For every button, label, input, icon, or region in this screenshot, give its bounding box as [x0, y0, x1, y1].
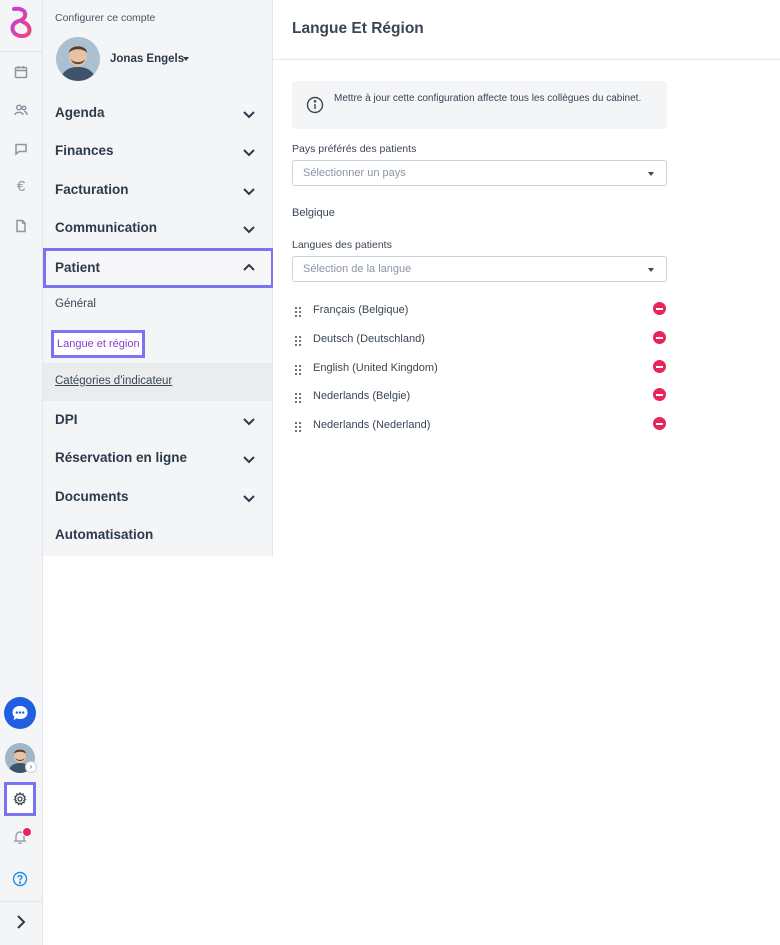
nav-section-label: Patient	[55, 260, 101, 275]
nav-item-label: Langue et région	[57, 338, 140, 350]
users-icon[interactable]	[11, 100, 31, 120]
chevron-down-icon	[241, 413, 257, 429]
nav-section-agenda[interactable]: Agenda	[43, 94, 273, 132]
country-select-placeholder: Sélectionner un pays	[303, 167, 406, 179]
chevron-right-icon[interactable]: ›	[25, 761, 37, 773]
app-logo[interactable]	[6, 5, 36, 41]
app-rail: € ›	[0, 0, 43, 945]
drag-handle-icon[interactable]	[295, 307, 301, 317]
nav-section-label: DPI	[55, 412, 78, 427]
language-name: Nederlands (Nederland)	[313, 419, 431, 431]
remove-icon[interactable]	[653, 302, 666, 315]
nav-section-dpi[interactable]: DPI	[43, 401, 273, 439]
remove-icon[interactable]	[653, 388, 666, 401]
caret-down-icon[interactable]	[183, 57, 189, 61]
nav-item-langue-region[interactable]: Langue et région	[51, 330, 145, 358]
account-title: Configurer ce compte	[55, 12, 156, 24]
chevron-down-icon	[241, 183, 257, 199]
notification-badge	[22, 827, 32, 837]
nav-section-patient[interactable]: Patient	[43, 248, 274, 288]
remove-icon[interactable]	[653, 360, 666, 373]
drag-handle-icon[interactable]	[295, 393, 301, 403]
chevron-right-icon[interactable]	[13, 913, 29, 931]
rail-divider	[0, 51, 43, 52]
language-name: Français (Belgique)	[313, 304, 409, 316]
language-name: English (United Kingdom)	[313, 362, 438, 374]
page-header: Langue Et Région	[273, 0, 780, 60]
page-title: Langue Et Région	[292, 20, 424, 37]
nav-section-automatisation[interactable]: Automatisation	[43, 516, 273, 554]
nav-item-categories[interactable]: Catégories d'indicateur	[43, 363, 272, 401]
main-content: Langue Et Région Mettre à jour cette con…	[273, 0, 780, 945]
nav-section-label: Automatisation	[55, 527, 154, 542]
chevron-down-icon	[241, 106, 257, 122]
language-select-placeholder: Sélection de la langue	[303, 263, 412, 275]
languages-label: Langues des patients	[292, 239, 392, 251]
countries-label: Pays préférés des patients	[292, 143, 417, 155]
gear-icon[interactable]	[4, 782, 36, 816]
settings-nav: Configurer ce compte Jonas Engels Agenda…	[43, 0, 274, 945]
remove-icon[interactable]	[653, 331, 666, 344]
country-select[interactable]: Sélectionner un pays	[292, 160, 667, 186]
caret-down-icon	[648, 172, 654, 176]
nav-section-label: Réservation en ligne	[55, 450, 188, 465]
nav-section-label: Facturation	[55, 182, 129, 197]
nav-section-facturation[interactable]: Facturation	[43, 171, 273, 209]
language-row: Français (Belgique)	[292, 300, 668, 324]
language-row: Nederlands (Belgie)	[292, 386, 668, 410]
drag-handle-icon[interactable]	[295, 336, 301, 346]
nav-section-label: Finances	[55, 143, 114, 158]
chevron-up-icon	[241, 260, 257, 276]
euro-icon[interactable]: €	[11, 177, 31, 197]
nav-section-documents[interactable]: Documents	[43, 478, 273, 516]
language-row: Nederlands (Nederland)	[292, 415, 668, 439]
calendar-icon[interactable]	[11, 62, 31, 82]
nav-item-general[interactable]: Général	[43, 286, 273, 324]
document-icon[interactable]	[11, 216, 31, 236]
nav-item-label: Catégories d'indicateur	[55, 375, 173, 387]
chevron-down-icon	[241, 221, 257, 237]
remove-icon[interactable]	[653, 417, 666, 430]
nav-empty-area	[43, 556, 273, 945]
message-icon[interactable]	[11, 139, 31, 159]
chat-icon[interactable]	[4, 697, 36, 729]
nav-section-finances[interactable]: Finances	[43, 132, 273, 170]
info-text: Mettre à jour cette configuration affect…	[334, 93, 642, 104]
info-icon	[306, 96, 324, 114]
chevron-down-icon	[241, 144, 257, 160]
nav-section-label: Communication	[55, 220, 158, 235]
rail-divider	[0, 901, 43, 902]
help-icon[interactable]	[11, 870, 29, 888]
language-name: Deutsch (Deutschland)	[313, 333, 425, 345]
nav-section-communication[interactable]: Communication	[43, 209, 273, 247]
chevron-down-icon	[241, 490, 257, 506]
language-name: Nederlands (Belgie)	[313, 390, 411, 402]
nav-section-reservation[interactable]: Réservation en ligne	[43, 439, 273, 477]
language-select[interactable]: Sélection de la langue	[292, 256, 667, 282]
language-row: Deutsch (Deutschland)	[292, 329, 668, 353]
caret-down-icon	[648, 268, 654, 272]
drag-handle-icon[interactable]	[295, 365, 301, 375]
selected-country: Belgique	[292, 207, 335, 219]
nav-section-label: Agenda	[55, 105, 105, 120]
nav-section-label: Documents	[55, 489, 129, 504]
language-row: English (United Kingdom)	[292, 358, 668, 382]
user-name[interactable]: Jonas Engels	[110, 53, 184, 65]
info-banner: Mettre à jour cette configuration affect…	[292, 81, 667, 129]
drag-handle-icon[interactable]	[295, 422, 301, 432]
chevron-down-icon	[241, 451, 257, 467]
avatar	[56, 37, 100, 81]
nav-item-label: Général	[55, 298, 96, 310]
